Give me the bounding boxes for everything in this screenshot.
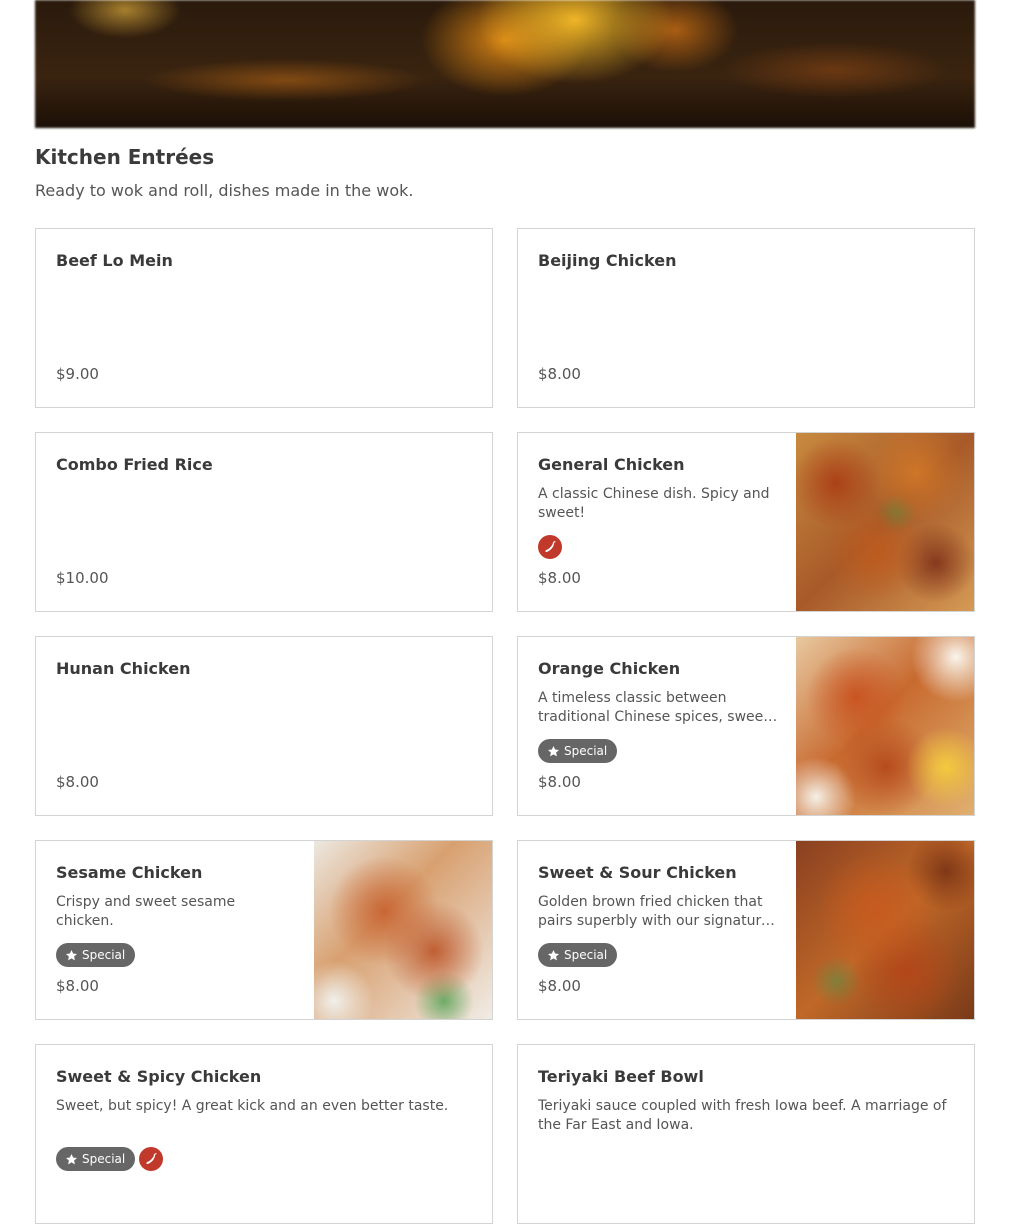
menu-item-price: $8.00 (538, 977, 581, 995)
star-icon (65, 949, 78, 960)
special-badge-label: Special (564, 948, 608, 962)
menu-item-card[interactable]: Combo Fried Rice $10.00 (35, 432, 493, 612)
menu-item-price: $8.00 (538, 365, 581, 383)
menu-item-card[interactable]: Beijing Chicken $8.00 (517, 228, 975, 408)
menu-item-name: Beijing Chicken (538, 251, 677, 270)
special-badge: Special (538, 739, 618, 763)
menu-item-tags: Special (538, 739, 618, 763)
special-badge: Special (56, 1147, 136, 1171)
menu-item-card[interactable]: Sweet & Spicy Chicken Sweet, but spicy! … (35, 1044, 493, 1224)
menu-item-description: Crispy and sweet sesame chicken. (56, 894, 236, 929)
menu-item-tags: Special (538, 943, 618, 967)
menu-item-card[interactable]: Teriyaki Beef Bowl Teriyaki sauce couple… (517, 1044, 975, 1224)
menu-item-card[interactable]: Sweet & Sour Chicken Golden brown fried … (517, 840, 975, 1020)
menu-item-description: A timeless classic between traditional C… (538, 690, 769, 725)
special-badge: Special (56, 943, 136, 967)
menu-item-price: $8.00 (56, 977, 99, 995)
menu-item-price: $8.00 (56, 773, 99, 791)
menu-item-name: Orange Chicken (538, 659, 681, 678)
menu-item-photo (796, 433, 974, 611)
menu-item-card[interactable]: Beef Lo Mein $9.00 (35, 228, 493, 408)
menu-item-description: Golden brown fried chicken that pairs su… (538, 894, 770, 929)
menu-item-name: Beef Lo Mein (56, 251, 173, 270)
menu-item-photo (314, 841, 492, 1019)
menu-item-price: $9.00 (56, 365, 99, 383)
section-title: Kitchen Entrées (35, 145, 215, 169)
chili-pepper-icon (139, 1147, 164, 1171)
menu-item-name: Teriyaki Beef Bowl (538, 1067, 704, 1086)
chili-pepper-icon (538, 535, 562, 559)
menu-item-name: Sesame Chicken (56, 863, 203, 882)
menu-item-photo (796, 841, 974, 1019)
menu-item-tags: Special (56, 1147, 164, 1171)
menu-item-card[interactable]: Hunan Chicken $8.00 (35, 636, 493, 816)
menu-item-name: General Chicken (538, 455, 685, 474)
star-icon (65, 1153, 78, 1164)
menu-item-tags (538, 535, 562, 559)
star-icon (547, 745, 560, 756)
star-icon (547, 949, 560, 960)
menu-item-price: $8.00 (538, 773, 581, 791)
hero-banner-image (35, 0, 975, 128)
special-badge: Special (538, 943, 618, 967)
menu-item-tags: Special (56, 943, 136, 967)
menu-item-name: Sweet & Spicy Chicken (56, 1067, 262, 1086)
section-subtitle: Ready to wok and roll, dishes made in th… (35, 181, 414, 200)
menu-item-card[interactable]: General Chicken A classic Chinese dish. … (517, 432, 975, 612)
menu-item-description: Sweet, but spicy! A great kick and an ev… (56, 1098, 449, 1114)
menu-item-price: $8.00 (538, 569, 581, 587)
menu-item-description: A classic Chinese dish. Spicy and sweet! (538, 486, 770, 521)
special-badge-label: Special (82, 948, 126, 962)
menu-item-name: Sweet & Sour Chicken (538, 863, 737, 882)
menu-item-name: Combo Fried Rice (56, 455, 213, 474)
menu-item-price: $10.00 (56, 569, 109, 587)
menu-item-photo (796, 637, 974, 815)
menu-item-card[interactable]: Sesame Chicken Crispy and sweet sesame c… (35, 840, 493, 1020)
special-badge-label: Special (564, 744, 608, 758)
menu-item-name: Hunan Chicken (56, 659, 191, 678)
menu-item-description: Teriyaki sauce coupled with fresh Iowa b… (538, 1098, 947, 1133)
special-badge-label: Special (82, 1152, 126, 1166)
menu-item-card[interactable]: Orange Chicken A timeless classic betwee… (517, 636, 975, 816)
